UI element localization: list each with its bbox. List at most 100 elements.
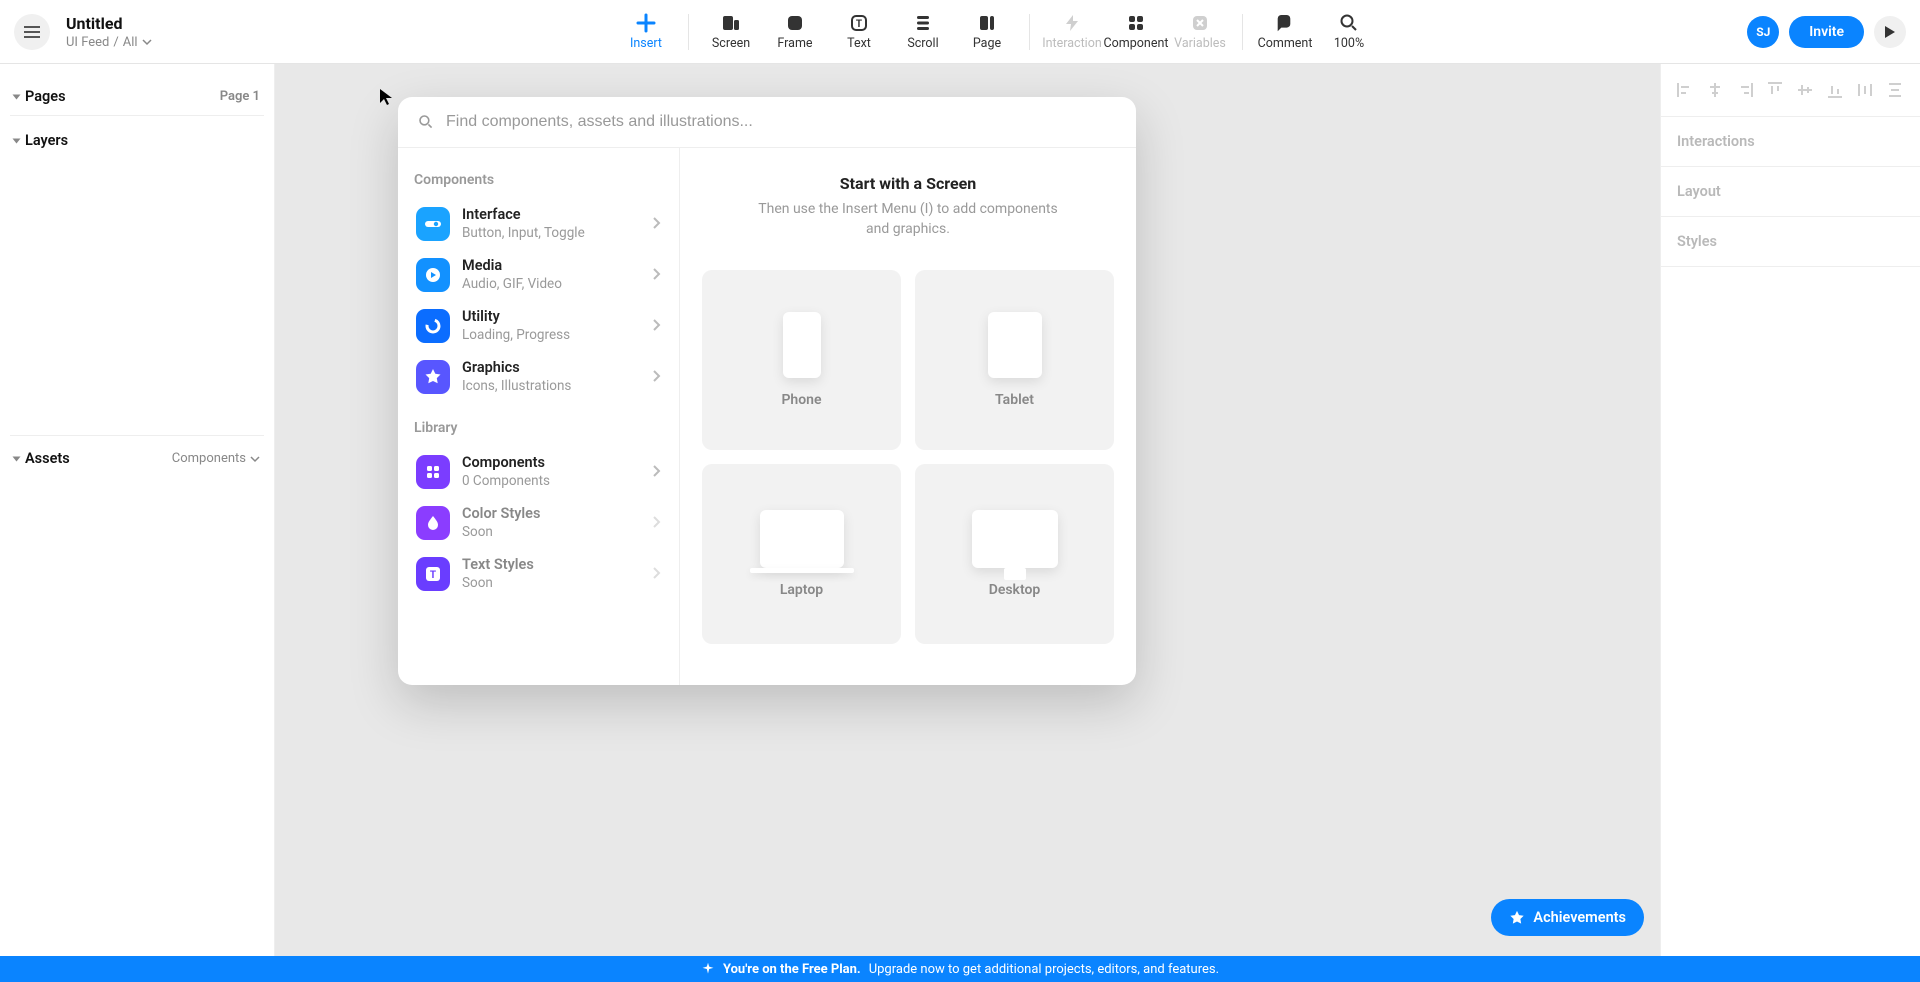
laptop-device-icon [760,510,844,568]
topbar-left: Untitled UI Feed / All [0,14,275,50]
breadcrumb-root: UI Feed [66,35,109,50]
tool-comment[interactable]: Comment [1253,7,1317,57]
components-section-title: Components [414,172,665,188]
screen-card-laptop[interactable]: Laptop [702,464,901,644]
interactions-section[interactable]: Interactions [1661,117,1920,167]
tool-text[interactable]: T Text [827,7,891,57]
tool-page[interactable]: Page [955,7,1019,57]
chevron-right-icon [653,268,661,280]
category-utility[interactable]: UtilityLoading, Progress [412,300,665,351]
align-center-h-icon[interactable] [1705,80,1725,100]
phone-device-icon [783,312,821,378]
tool-zoom[interactable]: 100% [1317,7,1381,57]
banner-text: Upgrade now to get additional projects, … [869,962,1219,977]
distribute-h-icon[interactable] [1855,80,1875,100]
align-right-icon[interactable] [1735,80,1755,100]
assets-header[interactable]: Assets Components [10,435,264,473]
play-button[interactable] [1874,16,1906,48]
chevron-down-icon [142,37,152,47]
top-toolbar: Untitled UI Feed / All Insert Screen Fra… [0,0,1920,64]
screen-card-desktop[interactable]: Desktop [915,464,1114,644]
svg-text:T: T [430,570,436,581]
triangle-icon [13,456,21,461]
align-left-icon[interactable] [1675,80,1695,100]
color-styles-icon [416,506,450,540]
components-icon [416,455,450,489]
breadcrumb[interactable]: UI Feed / All [66,35,152,50]
styles-section[interactable]: Styles [1661,217,1920,267]
star-icon [1509,910,1525,926]
search-icon [418,114,434,130]
graphics-icon [416,360,450,394]
popover-right: Start with a Screen Then use the Insert … [680,148,1136,685]
main-area: Pages Page 1 Layers Assets Components [0,64,1920,956]
pages-header[interactable]: Pages Page 1 [10,82,264,111]
scroll-icon [913,13,933,33]
chevron-right-icon [653,370,661,382]
tablet-device-icon [988,312,1042,378]
tool-interaction[interactable]: Interaction [1040,7,1104,57]
topbar-tools: Insert Screen Frame T Text Scroll Page [275,7,1720,57]
align-center-v-icon[interactable] [1795,80,1815,100]
category-color-styles[interactable]: Color StylesSoon [412,497,665,548]
category-graphics[interactable]: GraphicsIcons, Illustrations [412,351,665,402]
distribute-v-icon[interactable] [1885,80,1905,100]
chevron-right-icon [653,217,661,229]
component-icon [1126,13,1146,33]
layers-header[interactable]: Layers [10,126,264,155]
breadcrumb-leaf: All [123,35,138,50]
frame-icon [785,13,805,33]
search-icon [1339,13,1359,33]
popover-categories: Components InterfaceButton, Input, Toggl… [398,148,680,685]
topbar-right: SJ Invite [1720,16,1920,48]
chevron-right-icon [653,465,661,477]
layout-section[interactable]: Layout [1661,167,1920,217]
align-bottom-icon[interactable] [1825,80,1845,100]
avatar[interactable]: SJ [1747,16,1779,48]
banner-bold: You're on the Free Plan. [723,962,861,977]
tool-frame[interactable]: Frame [763,7,827,57]
tool-component[interactable]: Component [1104,7,1168,57]
search-input[interactable] [446,113,1116,131]
category-media[interactable]: MediaAudio, GIF, Video [412,249,665,300]
play-icon [1884,25,1896,39]
cursor-icon [379,88,393,110]
document-title: Untitled [66,14,152,33]
bolt-icon [1062,13,1082,33]
align-top-icon[interactable] [1765,80,1785,100]
achievements-button[interactable]: Achievements [1491,899,1644,936]
screen-card-phone[interactable]: Phone [702,270,901,450]
left-panel: Pages Page 1 Layers Assets Components [0,64,275,956]
search-row [398,97,1136,148]
canvas[interactable]: Components InterfaceButton, Input, Toggl… [275,64,1660,956]
category-interface[interactable]: InterfaceButton, Input, Toggle [412,198,665,249]
library-section-title: Library [414,420,665,436]
plus-icon [636,13,656,33]
svg-text:T: T [856,19,862,30]
triangle-icon [13,94,21,99]
invite-button[interactable]: Invite [1789,16,1864,48]
interface-icon [416,207,450,241]
assets-dropdown[interactable]: Components [172,451,260,466]
tool-scroll[interactable]: Scroll [891,7,955,57]
hamburger-icon [24,26,40,38]
text-styles-icon: T [416,557,450,591]
menu-button[interactable] [14,14,50,50]
upgrade-banner[interactable]: You're on the Free Plan. Upgrade now to … [0,956,1920,982]
category-text-styles[interactable]: T Text StylesSoon [412,548,665,599]
media-icon [416,258,450,292]
tool-variables[interactable]: Variables [1168,7,1232,57]
text-icon: T [849,13,869,33]
category-components[interactable]: Components0 Components [412,446,665,497]
tool-insert[interactable]: Insert [614,7,678,57]
right-panel: Interactions Layout Styles [1660,64,1920,956]
alignment-controls [1661,64,1920,117]
screen-icon [721,13,741,33]
screen-grid: Phone Tablet Laptop Desktop [702,270,1114,644]
screen-card-tablet[interactable]: Tablet [915,270,1114,450]
chevron-right-icon [653,516,661,528]
tool-screen[interactable]: Screen [699,7,763,57]
insert-popover: Components InterfaceButton, Input, Toggl… [398,97,1136,685]
chevron-right-icon [653,567,661,579]
chevron-down-icon [250,454,260,464]
